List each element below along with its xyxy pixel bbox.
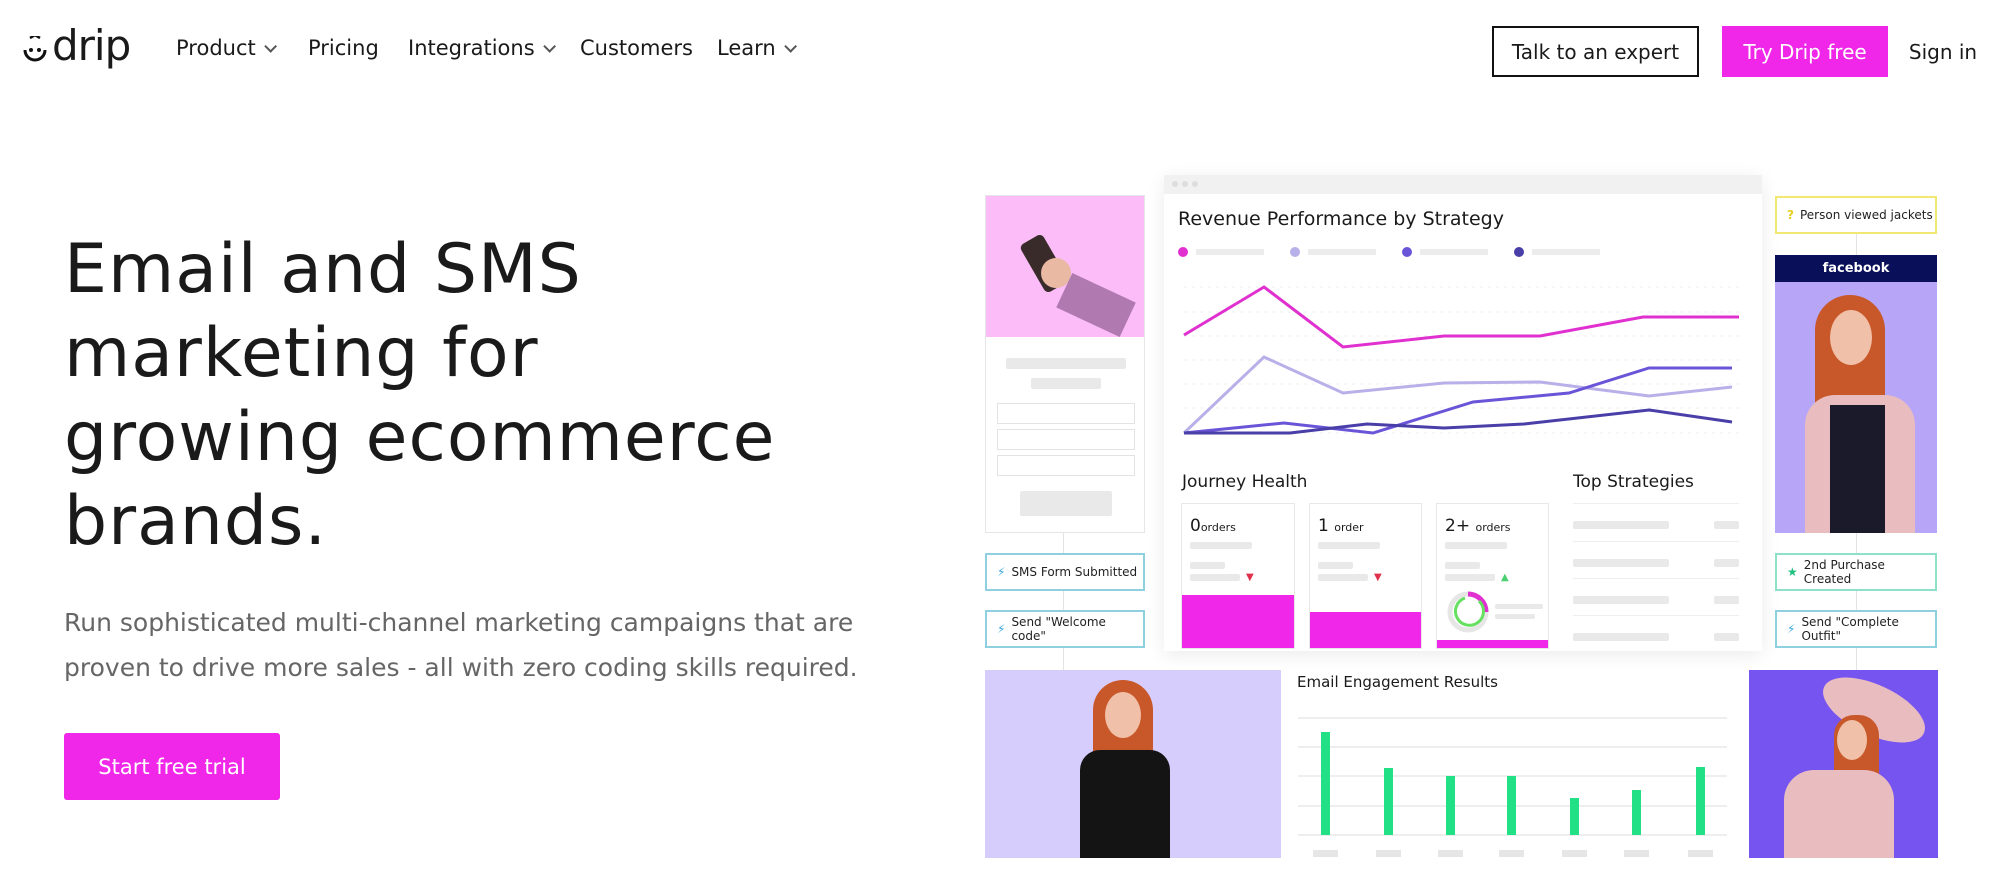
bar [1384, 768, 1393, 835]
woman-pink-hat-photo [1749, 670, 1938, 858]
bar [1632, 790, 1641, 835]
bar [1321, 732, 1330, 835]
bar [1696, 767, 1705, 835]
bar [1507, 776, 1516, 835]
bar [1446, 776, 1455, 835]
bar [1570, 798, 1579, 835]
email-engagement-bar-chart [1298, 717, 1727, 857]
